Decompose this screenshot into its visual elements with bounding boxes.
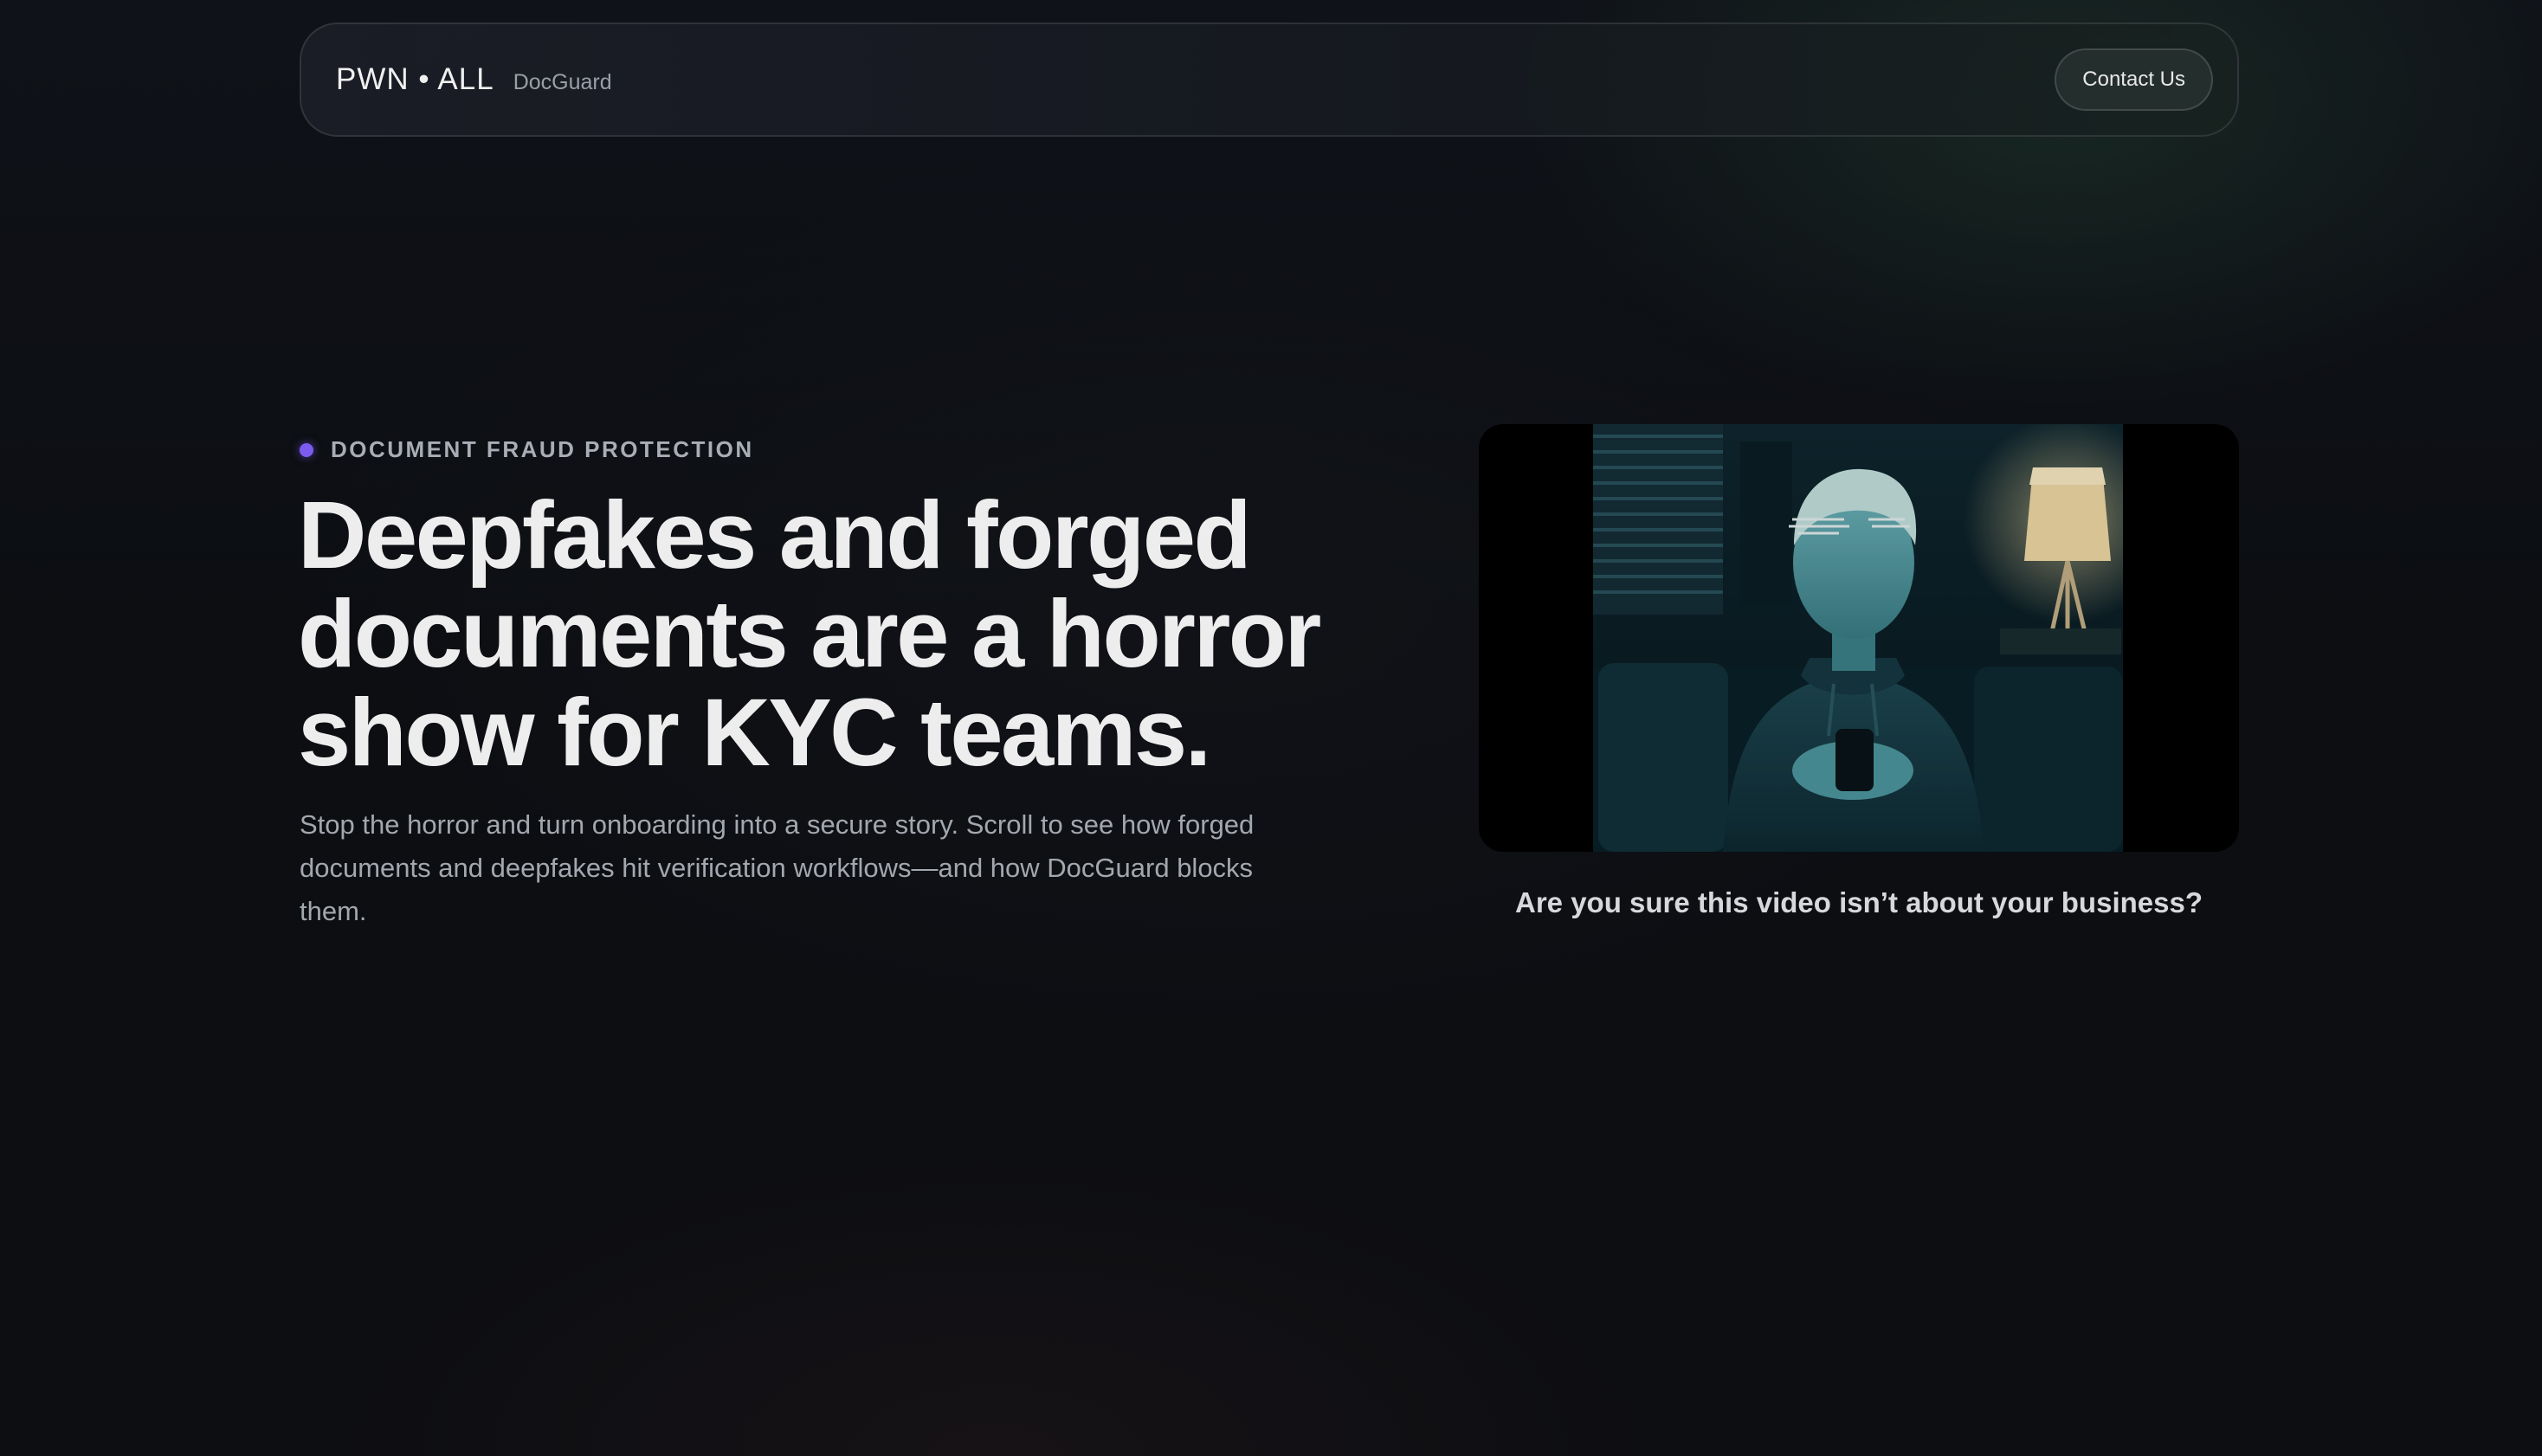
eyebrow: DOCUMENT FRAUD PROTECTION: [300, 436, 754, 463]
dot-icon: [300, 442, 313, 457]
hero-subcopy: Stop the horror and turn onboarding into…: [300, 809, 1255, 926]
brand[interactable]: PWN • ALL DocGuard: [336, 62, 612, 97]
eyebrow-label: DOCUMENT FRAUD PROTECTION: [331, 436, 754, 462]
contact-us-button[interactable]: Contact Us: [2055, 48, 2213, 111]
video-still: [1593, 424, 2123, 852]
page: PWN • ALL DocGuard Contact Us DOCUMENT F…: [0, 0, 2542, 1456]
top-nav: PWN • ALL DocGuard Contact Us: [300, 23, 2239, 137]
video-frame: [1593, 424, 2123, 852]
video-caption: Are you sure this video isn’t about your…: [1515, 886, 2203, 918]
hero-video[interactable]: [1479, 424, 2239, 852]
hero-headline: Deepfakes and forged documents are a hor…: [298, 482, 1321, 786]
product-name: DocGuard: [513, 70, 612, 94]
brand-logo-text: PWN • ALL: [336, 62, 494, 96]
